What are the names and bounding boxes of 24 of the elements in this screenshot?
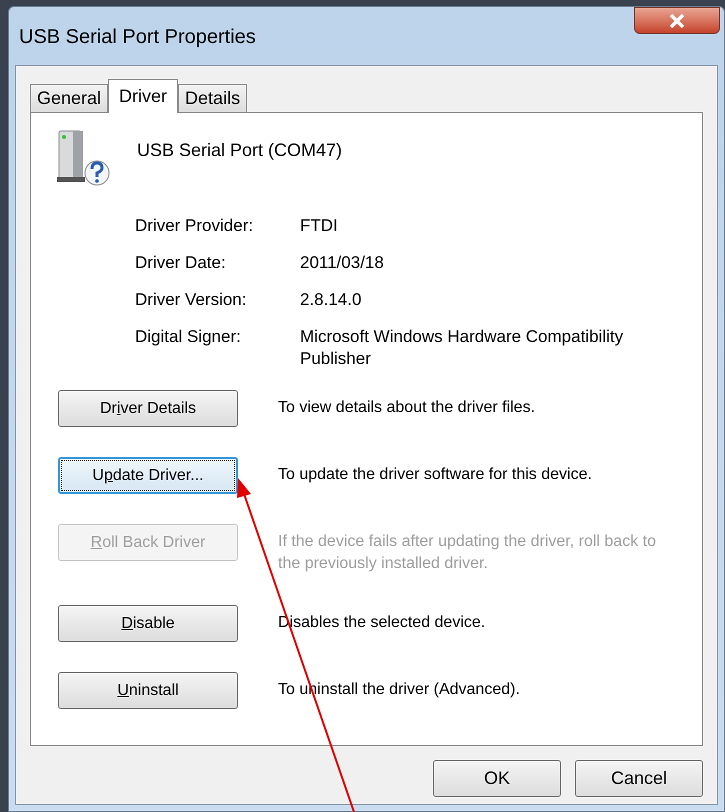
action-description: To update the driver software for this device. xyxy=(278,465,593,485)
info-label: Driver Date: xyxy=(135,252,227,274)
action-description: To view details about the driver files. xyxy=(278,398,536,418)
info-value: 2.8.14.0 xyxy=(300,289,362,311)
window-title: USB Serial Port Properties xyxy=(19,25,256,50)
dialog-button[interactable]: OK xyxy=(433,760,561,797)
action-button[interactable]: Update Driver... xyxy=(58,457,238,494)
close-icon xyxy=(669,14,685,28)
dialog-button[interactable]: Cancel xyxy=(575,760,703,797)
info-label: Driver Provider: xyxy=(135,215,254,237)
action-button[interactable]: Driver Details xyxy=(58,390,238,427)
action-button[interactable]: Uninstall xyxy=(58,672,238,709)
tab[interactable]: General xyxy=(30,84,108,112)
info-value: FTDI xyxy=(300,215,339,237)
info-label: Driver Version: xyxy=(135,289,248,311)
device-name: USB Serial Port (COM47) xyxy=(137,138,342,162)
action-description: If the device fails after updating the driver, roll back to the previously installed driver. xyxy=(278,532,657,574)
tab[interactable]: Driver xyxy=(108,79,178,113)
tab[interactable]: Details xyxy=(178,84,248,112)
info-value: 2011/03/18 xyxy=(300,252,385,274)
info-label: Digital Signer: xyxy=(135,326,242,348)
close-button[interactable] xyxy=(634,7,720,34)
info-value: Microsoft Windows Hardware Compatibility Publisher xyxy=(300,326,624,370)
action-button[interactable]: Disable xyxy=(58,605,238,642)
